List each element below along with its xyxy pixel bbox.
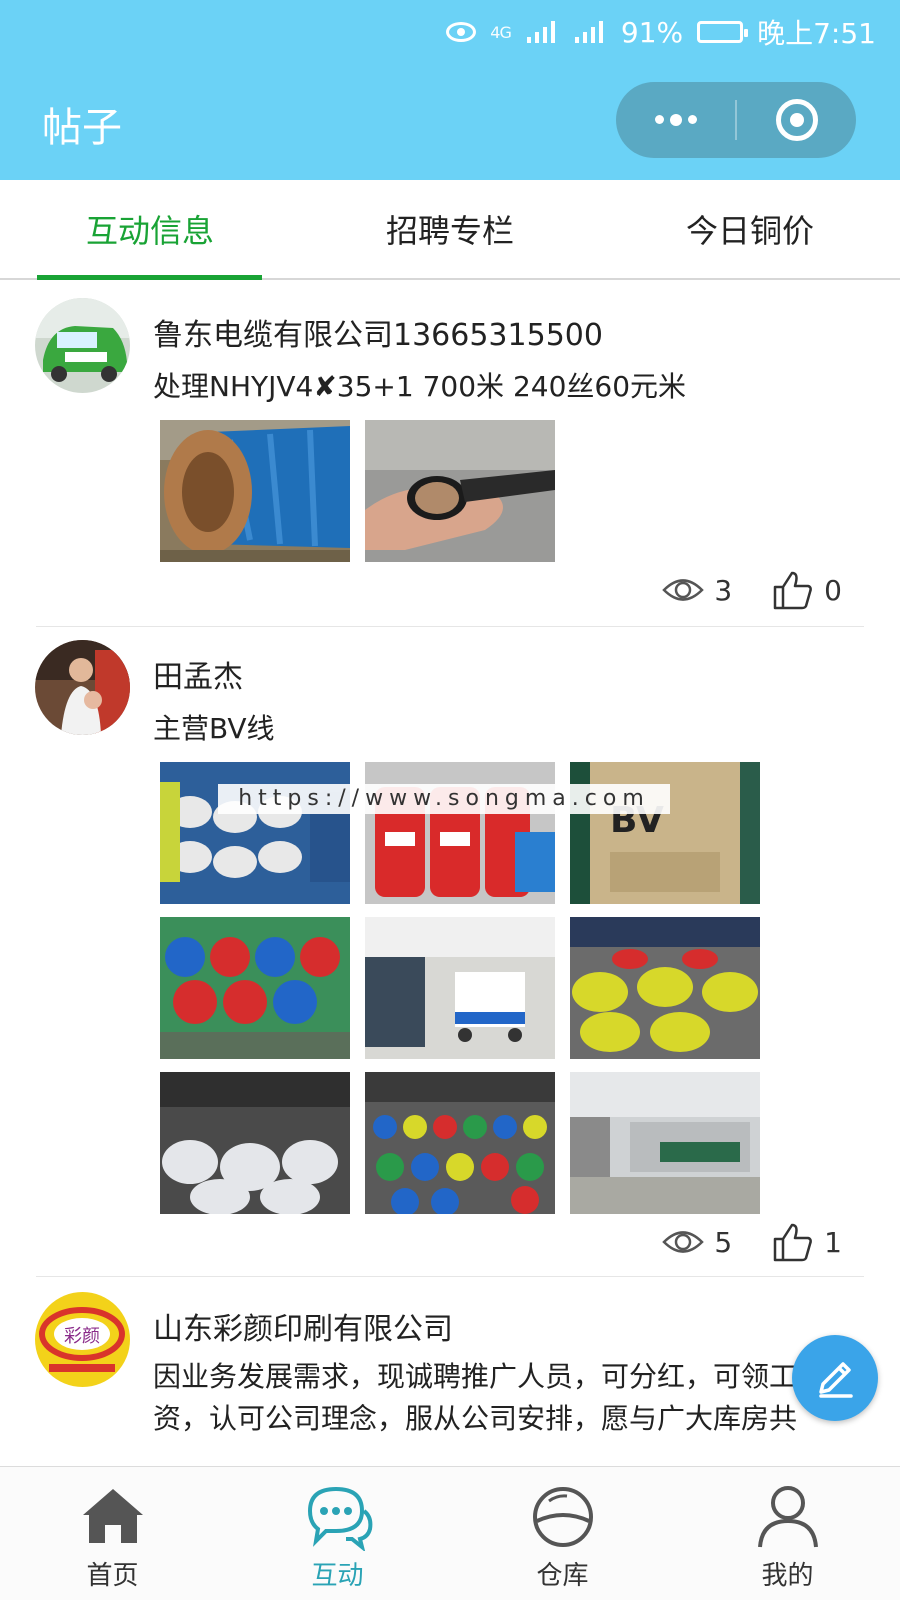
post-image[interactable] <box>160 917 350 1059</box>
nav-interaction-label: 互动 <box>311 1561 364 1591</box>
tab-copper-price[interactable]: 今日铜价 <box>600 180 900 278</box>
divider <box>36 626 864 627</box>
mini-program-capsule <box>616 82 856 158</box>
post-image[interactable] <box>365 420 555 562</box>
avatar[interactable] <box>35 298 130 393</box>
like-button[interactable]: 0 <box>772 570 842 610</box>
bottom-nav: 首页 互动 仓库 我的 <box>0 1466 900 1600</box>
post-feed[interactable]: 鲁东电缆有限公司13665315500 处理NHYJV4✘35+1 700米 2… <box>0 282 900 1466</box>
post-image[interactable] <box>160 1072 350 1214</box>
eye-icon <box>662 579 705 601</box>
battery-percent: 91% <box>620 15 684 49</box>
like-count-value: 0 <box>824 573 842 607</box>
avatar[interactable]: 彩颜 <box>35 1292 130 1387</box>
status-bar: 4G 91% 晚上7:51 <box>446 12 876 52</box>
post-image[interactable] <box>160 420 350 562</box>
nav-home-label: 首页 <box>86 1561 139 1591</box>
like-button[interactable]: 1 <box>772 1222 842 1262</box>
signal-icon-2 <box>574 21 603 43</box>
divider <box>36 1276 864 1277</box>
post-content[interactable]: 因业务发展需求，现诚聘推广人员，可分红，可领工资，认可公司理念，服从公司安排，愿… <box>153 1356 840 1440</box>
nav-warehouse-label: 仓库 <box>536 1561 589 1591</box>
app-header: 4G 91% 晚上7:51 帖子 <box>0 0 900 180</box>
post-image[interactable] <box>365 1072 555 1214</box>
post-image[interactable] <box>570 1072 760 1214</box>
post-stats: 5 1 <box>662 1222 842 1262</box>
new-post-button[interactable] <box>792 1335 878 1421</box>
post-content[interactable]: 主营BV线 <box>153 708 840 750</box>
more-button[interactable] <box>616 82 735 158</box>
post-author[interactable]: 山东彩颜印刷有限公司 <box>153 1304 453 1348</box>
post-image[interactable] <box>365 917 555 1059</box>
post-author[interactable]: 田孟杰 <box>153 652 243 696</box>
page-title: 帖子 <box>42 105 122 151</box>
tab-recruitment[interactable]: 招聘专栏 <box>300 180 600 278</box>
network-label: 4G <box>490 22 512 42</box>
close-button[interactable] <box>737 82 856 158</box>
tab-interaction[interactable]: 互动信息 <box>0 180 300 280</box>
chat-icon <box>307 1486 372 1551</box>
view-count-value: 3 <box>714 573 733 607</box>
avatar-logo-text: 彩颜 <box>64 1326 100 1347</box>
nav-mine[interactable]: 我的 <box>675 1467 900 1600</box>
tab-bar: 互动信息 招聘专栏 今日铜价 <box>0 180 900 280</box>
nav-home[interactable]: 首页 <box>0 1467 225 1600</box>
post-content[interactable]: 处理NHYJV4✘35+1 700米 240丝60元米 <box>153 366 840 408</box>
view-count: 5 <box>662 1226 732 1259</box>
view-count: 3 <box>662 574 732 607</box>
thumbs-up-icon <box>773 1223 813 1262</box>
eye-icon <box>662 1231 705 1253</box>
view-count-value: 5 <box>714 1225 733 1259</box>
user-icon <box>757 1486 818 1548</box>
nav-mine-label: 我的 <box>761 1561 814 1591</box>
target-icon <box>775 99 818 141</box>
battery-icon <box>697 21 749 43</box>
pencil-icon <box>819 1362 853 1398</box>
post-image[interactable] <box>570 917 760 1059</box>
warehouse-icon <box>532 1487 593 1547</box>
thumbs-up-icon <box>773 571 813 610</box>
like-count-value: 1 <box>824 1225 842 1259</box>
avatar[interactable] <box>35 640 130 735</box>
home-icon <box>82 1489 143 1543</box>
signal-icon <box>526 21 555 43</box>
post-stats: 3 0 <box>662 570 842 610</box>
clock: 晚上7:51 <box>757 17 876 50</box>
watermark: https://www.songma.com <box>218 784 670 814</box>
post-author[interactable]: 鲁东电缆有限公司13665315500 <box>153 310 603 354</box>
more-icon <box>654 113 697 126</box>
eye-comfort-icon <box>446 22 477 42</box>
nav-interaction[interactable]: 互动 <box>225 1467 450 1600</box>
nav-warehouse[interactable]: 仓库 <box>450 1467 675 1600</box>
